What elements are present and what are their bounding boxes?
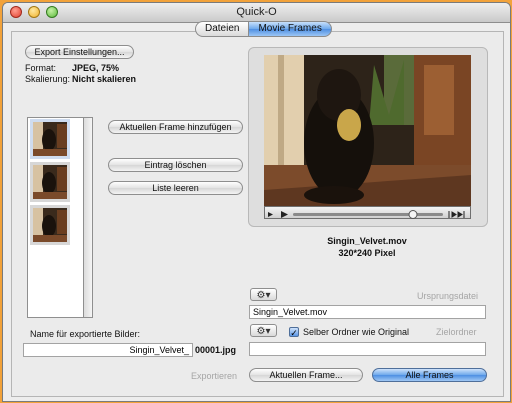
target-options-button[interactable]: ⚙▾ [250, 324, 277, 337]
frame-thumbnail [33, 122, 67, 156]
step-forward-icon [457, 211, 465, 218]
target-folder-label: Zielordner [436, 327, 477, 337]
gear-icon: ⚙▾ [256, 290, 271, 301]
clear-list-button[interactable]: Liste leeren [108, 181, 243, 195]
tab-dateien[interactable]: Dateien [195, 21, 249, 37]
tab-movie-frames[interactable]: Movie Frames [248, 21, 332, 37]
export-button[interactable]: Exportieren [191, 371, 237, 381]
format-value: JPEG, 75% [72, 63, 120, 73]
add-current-frame-button[interactable]: Aktuellen Frame hinzufügen [108, 120, 243, 134]
scaling-value: Nicht skalieren [72, 74, 137, 84]
movie-filename: Singin_Velvet.mov [327, 236, 407, 246]
delete-entry-button[interactable]: Eintrag löschen [108, 158, 243, 172]
gear-icon: ⚙▾ [256, 326, 271, 337]
play-icon [281, 211, 288, 218]
thumbnail-scrollbar[interactable] [84, 117, 93, 318]
same-folder-checkbox[interactable]: ✓ [289, 327, 299, 338]
movie-controller[interactable] [264, 206, 471, 219]
tab-bar: Dateien Movie Frames [195, 21, 332, 37]
window-title: Quick-O [236, 6, 277, 18]
target-folder-field[interactable] [249, 342, 486, 356]
export-all-frames-button[interactable]: Alle Frames [372, 368, 487, 382]
scaling-label: Skalierung: [25, 74, 71, 84]
source-options-button[interactable]: ⚙▾ [250, 288, 277, 301]
timeline-track [293, 213, 443, 216]
source-folder-label: Ursprungsdatei [417, 291, 479, 301]
playhead-handle [408, 210, 418, 219]
export-settings-button[interactable]: Export Einstellungen... [25, 45, 134, 59]
frame-thumbnail [33, 165, 67, 199]
export-name-suffix: 00001.jpg [195, 345, 237, 355]
step-back-icon [448, 211, 457, 218]
list-item[interactable] [30, 162, 70, 202]
frame-thumbnail-list[interactable] [27, 117, 84, 318]
movie-dimensions: 320*240 Pixel [338, 248, 396, 258]
video-frame-image [264, 55, 471, 206]
title-bar: Quick-O [3, 3, 510, 23]
format-label: Format: [25, 63, 57, 73]
same-folder-label: Selber Ordner wie Original [303, 327, 410, 337]
source-folder-field[interactable]: Singin_Velvet.mov [249, 305, 486, 319]
movie-video[interactable] [264, 55, 471, 206]
volume-icon [268, 212, 273, 217]
list-item[interactable] [30, 205, 70, 245]
list-item[interactable] [30, 119, 70, 159]
export-name-label: Name für exportierte Bilder: [30, 329, 141, 339]
movie-controls [268, 210, 465, 219]
frame-thumbnail [33, 208, 67, 242]
export-name-field[interactable]: Singin_Velvet_ [23, 343, 193, 357]
export-current-frame-button[interactable]: Aktuellen Frame... [249, 368, 363, 382]
